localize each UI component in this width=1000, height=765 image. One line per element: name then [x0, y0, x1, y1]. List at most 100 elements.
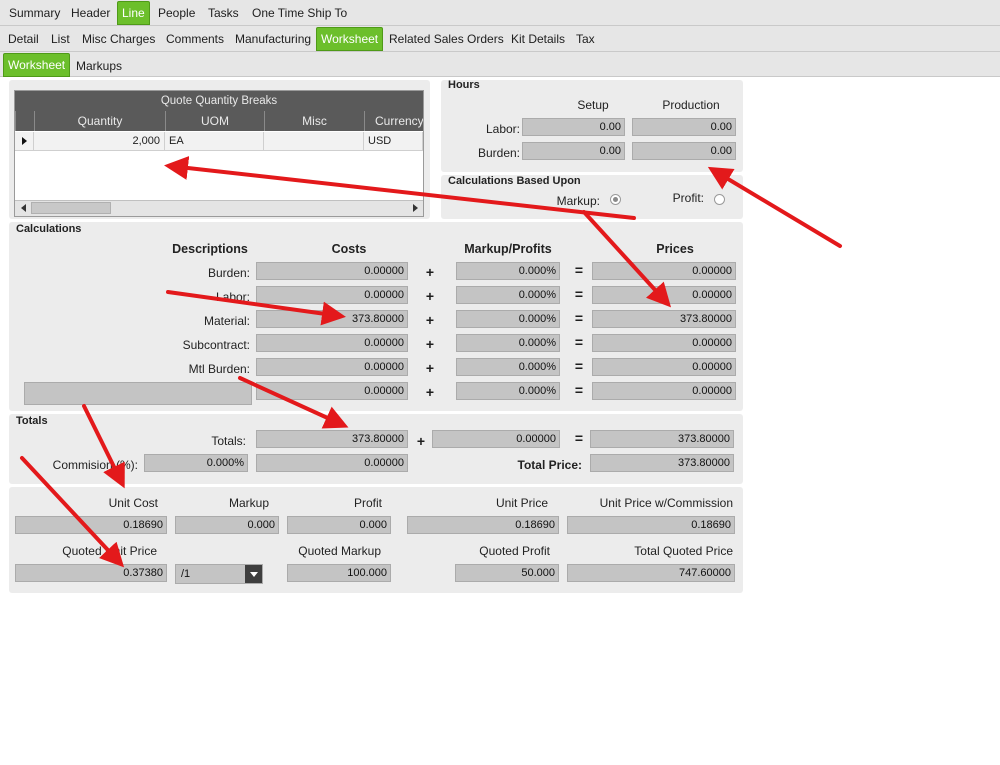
burden-production-field[interactable]: 0.00 [632, 142, 736, 160]
quoted-markup-label: Quoted Markup [298, 544, 381, 558]
tab-summary[interactable]: Summary [9, 2, 60, 24]
tab-comments[interactable]: Comments [166, 28, 224, 50]
tab-header[interactable]: Header [71, 2, 110, 24]
markup-profits-header: Markup/Profits [464, 242, 552, 256]
total-price-field[interactable]: 373.80000 [590, 454, 734, 472]
equals-sign: = [574, 430, 584, 446]
tab-people[interactable]: People [158, 2, 195, 24]
grid-col-quantity[interactable]: Quantity [34, 111, 165, 131]
subcontract-cost-field[interactable]: 0.00000 [256, 334, 408, 352]
tab-row-secondary: Detail List Misc Charges Comments Manufa… [0, 26, 1000, 52]
material-markup-field[interactable]: 0.000% [456, 310, 560, 328]
plus-sign: + [425, 288, 435, 304]
total-quoted-price-label: Total Quoted Price [634, 544, 733, 558]
markup-field[interactable]: 0.000 [175, 516, 279, 534]
burden-markup-field[interactable]: 0.000% [456, 262, 560, 280]
burden-price-field[interactable]: 0.00000 [592, 262, 736, 280]
totals-cost-field[interactable]: 373.80000 [256, 430, 408, 448]
commission-amount-field[interactable]: 0.00000 [256, 454, 408, 472]
hours-labor-label: Labor: [485, 122, 520, 136]
custom-markup-field[interactable]: 0.000% [456, 382, 560, 400]
subcontract-markup-field[interactable]: 0.000% [456, 334, 560, 352]
totals-price-field[interactable]: 373.80000 [590, 430, 734, 448]
mtl-burden-price-field[interactable]: 0.00000 [592, 358, 736, 376]
mtl-burden-markup-field[interactable]: 0.000% [456, 358, 560, 376]
labor-production-field[interactable]: 0.00 [632, 118, 736, 136]
hours-title: Hours [448, 79, 480, 91]
tab-detail[interactable]: Detail [8, 28, 39, 50]
subcontract-price-field[interactable]: 0.00000 [592, 334, 736, 352]
markup-radio[interactable] [610, 194, 621, 205]
quoted-profit-field[interactable]: 50.000 [455, 564, 559, 582]
grid-col-uom[interactable]: UOM [165, 111, 264, 131]
plus-sign: + [425, 264, 435, 280]
scroll-right-icon[interactable] [413, 204, 418, 212]
grid-title: Quote Quantity Breaks [15, 91, 423, 111]
row-selector[interactable] [15, 132, 34, 151]
tab-related-sales-orders[interactable]: Related Sales Orders [389, 28, 504, 50]
subtab-markups[interactable]: Markups [76, 55, 122, 77]
totals-markup-field[interactable]: 0.00000 [432, 430, 560, 448]
scroll-thumb[interactable] [31, 202, 111, 214]
chevron-down-icon [250, 572, 258, 577]
quoted-profit-label: Quoted Profit [479, 544, 550, 558]
tab-worksheet[interactable]: Worksheet [316, 27, 384, 51]
grid-col-misc[interactable]: Misc [264, 111, 364, 131]
subtab-worksheet[interactable]: Worksheet [3, 53, 71, 77]
burden-row-label: Burden: [207, 266, 250, 280]
commission-label: Commision (%): [52, 458, 138, 472]
quoted-unit-price-label: Quoted Unit Price [62, 544, 157, 558]
quantity-breaks-grid: Quote Quantity Breaks Quantity UOM Misc … [14, 90, 424, 217]
profit-radio[interactable] [714, 194, 725, 205]
labor-row-label: Labor: [215, 290, 250, 304]
dropdown-button[interactable] [245, 565, 262, 583]
hours-setup-header: Setup [577, 98, 609, 112]
quoted-markup-field[interactable]: 100.000 [287, 564, 391, 582]
cell-misc[interactable] [264, 132, 364, 151]
quoted-unit-price-field[interactable]: 0.37380 [15, 564, 167, 582]
mtl-burden-cost-field[interactable]: 0.00000 [256, 358, 408, 376]
tab-one-time-ship-to[interactable]: One Time Ship To [252, 2, 347, 24]
totals-label: Totals: [211, 434, 246, 448]
tab-line[interactable]: Line [117, 1, 150, 25]
hours-production-header: Production [662, 98, 720, 112]
material-price-field[interactable]: 373.80000 [592, 310, 736, 328]
unit-price-commission-field[interactable]: 0.18690 [567, 516, 735, 534]
grid-col-currency[interactable]: Currency Co [364, 111, 423, 131]
tab-manufacturing[interactable]: Manufacturing [235, 28, 311, 50]
unit-cost-field[interactable]: 0.18690 [15, 516, 167, 534]
cell-uom[interactable]: EA [165, 132, 264, 151]
unit-cost-label: Unit Cost [108, 496, 158, 510]
custom-description-field[interactable] [24, 382, 252, 405]
custom-price-field[interactable]: 0.00000 [592, 382, 736, 400]
mtl-burden-row-label: Mtl Burden: [188, 362, 250, 376]
per-quantity-value: /1 [181, 568, 191, 580]
labor-markup-field[interactable]: 0.000% [456, 286, 560, 304]
commission-pct-field[interactable]: 0.000% [144, 454, 248, 472]
per-quantity-select[interactable]: /1 [175, 564, 263, 584]
burden-setup-field[interactable]: 0.00 [522, 142, 625, 160]
unit-price-field[interactable]: 0.18690 [407, 516, 559, 534]
tab-list[interactable]: List [51, 28, 70, 50]
tab-tax[interactable]: Tax [576, 28, 595, 50]
equals-sign: = [574, 286, 584, 302]
scroll-left-icon[interactable] [21, 204, 26, 212]
material-cost-field[interactable]: 373.80000 [256, 310, 408, 328]
tab-kit-details[interactable]: Kit Details [511, 28, 565, 50]
grid-horizontal-scrollbar[interactable] [15, 200, 423, 216]
total-price-label: Total Price: [517, 458, 582, 472]
burden-cost-field[interactable]: 0.00000 [256, 262, 408, 280]
tab-tasks[interactable]: Tasks [208, 2, 239, 24]
cell-quantity[interactable]: 2,000 [34, 132, 165, 151]
custom-cost-field[interactable]: 0.00000 [256, 382, 408, 400]
plus-sign: + [425, 384, 435, 400]
hours-burden-label: Burden: [477, 146, 520, 160]
cell-currency[interactable]: USD [364, 132, 423, 151]
profit-field[interactable]: 0.000 [287, 516, 391, 534]
labor-price-field[interactable]: 0.00000 [592, 286, 736, 304]
plus-sign: + [416, 433, 426, 449]
labor-cost-field[interactable]: 0.00000 [256, 286, 408, 304]
labor-setup-field[interactable]: 0.00 [522, 118, 625, 136]
tab-misc-charges[interactable]: Misc Charges [82, 28, 155, 50]
total-quoted-price-field[interactable]: 747.60000 [567, 564, 735, 582]
